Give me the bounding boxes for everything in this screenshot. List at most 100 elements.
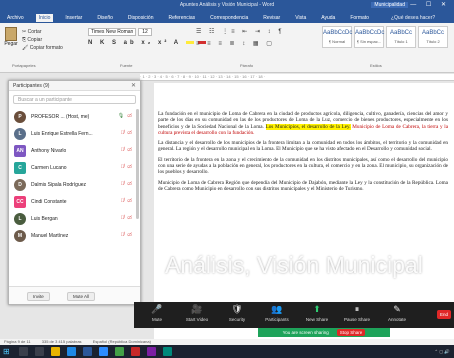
- watermark-text: Análisis, Visión Municipal: [165, 252, 423, 278]
- mic-muted-icon[interactable]: 🎙̸: [121, 147, 125, 153]
- participant-row[interactable]: D Dalmis Sipala Rodríguez 🎙̸ ▭̸: [9, 176, 140, 193]
- annotate-button[interactable]: ✎ Annotate: [378, 304, 416, 322]
- participant-row[interactable]: AN Anthony Nivarlo 🎙̸ ▭̸: [9, 142, 140, 159]
- font-format-buttons[interactable]: N K S ab x₂ x² A: [88, 40, 207, 46]
- style-normal[interactable]: AaBbCcDc ¶ Normal: [322, 26, 352, 48]
- pause-share-button[interactable]: ⏸ Pause Share: [338, 304, 376, 322]
- participants-button[interactable]: 👥 Participants: [258, 304, 296, 322]
- windows-start-icon[interactable]: ⊞: [3, 347, 12, 356]
- style-name: Título 1: [394, 39, 408, 44]
- meeting-toolbar: 🎤 Mute 🎥 Start Video 🛡 Security 👥 Participants ⬆…: [134, 302, 454, 328]
- close-icon[interactable]: ✕: [131, 82, 136, 89]
- tab-layout[interactable]: Disposición: [125, 14, 157, 22]
- app-icon[interactable]: [147, 347, 156, 356]
- mute-button[interactable]: 🎤 Mute: [138, 304, 176, 322]
- account-user[interactable]: Municipalidad: [371, 2, 408, 8]
- participant-row[interactable]: L Luis Enrique Estrella Fern... 🎙̸ ▭̸: [9, 125, 140, 142]
- mic-muted-icon[interactable]: 🎙̸: [121, 130, 125, 136]
- font-size-select[interactable]: 12: [138, 28, 152, 36]
- start-video-button[interactable]: 🎥 Start Video: [178, 304, 216, 322]
- ribbon-tabs: Archivo Inicio Insertar Diseño Disposici…: [0, 12, 454, 23]
- mute-all-button[interactable]: Mute All: [67, 292, 96, 301]
- alignment-buttons[interactable]: ≡ ≡ ≡ ≣ ↕ ▦ ▢: [196, 40, 275, 47]
- word-count[interactable]: 335 de 3 415 palabras: [42, 339, 82, 344]
- participant-name: Luis Enrique Estrella Fern...: [31, 130, 93, 137]
- participant-row[interactable]: L Luis Bergan 🎙̸ ▭̸: [9, 210, 140, 227]
- participant-search-input[interactable]: Buscar a un participante: [13, 95, 136, 104]
- style-heading-1[interactable]: AaBbCc Título 1: [386, 26, 416, 48]
- security-button[interactable]: 🛡 Security: [218, 304, 256, 322]
- styles-gallery: AaBbCcDc ¶ Normal AaBbCcDc ¶ Sin espac... …: [322, 26, 448, 48]
- mic-icon[interactable]: 🎙: [118, 113, 124, 119]
- tab-references[interactable]: Referencias: [165, 14, 198, 22]
- zoom-icon[interactable]: [99, 347, 108, 356]
- participant-row[interactable]: C Carmen Lucano 🎙̸ ▭̸: [9, 159, 140, 176]
- microphone-icon: 🎤: [151, 304, 163, 314]
- style-heading-2[interactable]: AaBbCc Título 2: [418, 26, 448, 48]
- group-styles: Estilos: [370, 63, 382, 68]
- participant-row[interactable]: CC Cindi Constante 🎙̸ ▭̸: [9, 193, 140, 210]
- tab-insert[interactable]: Insertar: [62, 14, 85, 22]
- video-off-icon[interactable]: ▭̸: [127, 232, 132, 238]
- mic-muted-icon[interactable]: 🎙̸: [121, 181, 125, 187]
- video-off-icon[interactable]: ▭̸: [127, 164, 132, 170]
- participant-name: PROFESOR ... (Host, me): [31, 113, 90, 120]
- cut-button[interactable]: ✂ Cortar: [22, 28, 63, 36]
- participant-row[interactable]: P PROFESOR ... (Host, me) 🎙 ▭̸: [9, 108, 140, 125]
- video-off-icon[interactable]: ▭̸: [127, 130, 132, 136]
- tab-view[interactable]: Vista: [292, 14, 309, 22]
- mic-muted-icon[interactable]: 🎙̸: [121, 215, 125, 221]
- edge-icon[interactable]: [67, 347, 76, 356]
- paste-button[interactable]: Pegar: [4, 27, 18, 49]
- highlight-color-swatch[interactable]: [185, 40, 194, 44]
- tab-file[interactable]: Archivo: [4, 14, 27, 22]
- horizontal-ruler[interactable]: · 1 · 2 · 3 · 4 · 5 · 6 · 7 · 8 · 9 · 10…: [140, 74, 454, 81]
- search-icon[interactable]: [19, 347, 28, 356]
- end-meeting-button[interactable]: End: [436, 310, 451, 319]
- tab-design[interactable]: Diseño: [94, 14, 116, 22]
- format-painter-button[interactable]: 🖌 Copiar formato: [22, 44, 63, 52]
- style-no-spacing[interactable]: AaBbCcDc ¶ Sin espac...: [354, 26, 384, 48]
- video-off-icon[interactable]: ▭̸: [127, 147, 132, 153]
- video-off-icon[interactable]: ▭̸: [127, 198, 132, 204]
- group-clipboard: Portapapeles: [12, 63, 36, 68]
- video-off-icon[interactable]: ▭̸: [127, 113, 132, 119]
- font-name-select[interactable]: Times New Roman: [88, 28, 136, 36]
- app-icon[interactable]: [163, 347, 172, 356]
- participant-row[interactable]: M Manuel Martínez 🎙̸ ▭̸: [9, 227, 140, 244]
- participant-status-icons: 🎙̸ ▭̸: [121, 198, 132, 204]
- mic-muted-icon[interactable]: 🎙̸: [121, 198, 125, 204]
- doc-paragraph: El territorio de la frontera en la zona …: [158, 156, 448, 176]
- participant-name: Anthony Nivarlo: [31, 147, 67, 154]
- tab-review[interactable]: Revisar: [260, 14, 283, 22]
- tab-format[interactable]: Formato: [347, 14, 372, 22]
- page-count[interactable]: Página 9 de 11: [4, 339, 31, 344]
- file-explorer-icon[interactable]: [51, 347, 60, 356]
- task-view-icon[interactable]: [35, 347, 44, 356]
- tab-mailings[interactable]: Correspondencia: [207, 14, 251, 22]
- app-icon[interactable]: [131, 347, 140, 356]
- tab-home[interactable]: Inicio: [35, 13, 54, 22]
- toolbar-button-label: Start Video: [185, 317, 209, 322]
- chrome-icon[interactable]: [115, 347, 124, 356]
- stop-share-button[interactable]: Stop Share: [336, 329, 366, 336]
- invite-button[interactable]: Invite: [27, 292, 50, 301]
- style-name: ¶ Sin espac...: [356, 39, 382, 44]
- video-off-icon[interactable]: ▭̸: [127, 181, 132, 187]
- copy-button[interactable]: ⎘ Copiar: [22, 36, 63, 44]
- window-controls[interactable]: — ☐ ✕: [410, 1, 450, 8]
- system-tray[interactable]: ⌃ ◻ 🔊: [434, 349, 450, 355]
- list-buttons[interactable]: ☰ ☷ ⋮≡ ⇤ ⇥ ↕ ¶: [196, 28, 285, 35]
- word-icon[interactable]: [83, 347, 92, 356]
- new-share-button[interactable]: ⬆ New Share: [298, 304, 336, 322]
- participant-list-scrollbar[interactable]: [136, 109, 139, 219]
- video-off-icon[interactable]: ▭̸: [127, 215, 132, 221]
- toolbar-button-label: Annotate: [387, 317, 406, 322]
- tab-help[interactable]: Ayuda: [318, 14, 338, 22]
- mic-muted-icon[interactable]: 🎙̸: [121, 164, 125, 170]
- participant-status-icons: 🎙̸ ▭̸: [121, 215, 132, 221]
- language-status[interactable]: Español (República Dominicana): [93, 339, 151, 344]
- mic-muted-icon[interactable]: 🎙̸: [121, 232, 125, 238]
- avatar: CC: [14, 195, 26, 208]
- tell-me-search[interactable]: ¿Qué desea hacer?: [391, 15, 435, 21]
